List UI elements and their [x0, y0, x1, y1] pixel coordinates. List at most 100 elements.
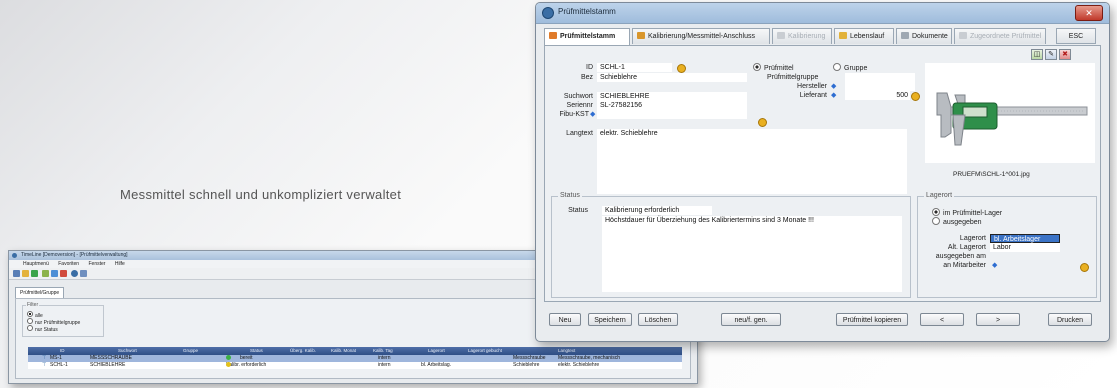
lieferant-arrow-icon[interactable]: ◆ — [831, 92, 836, 100]
tab-zugeordnete-pruefmittel[interactable]: Zugeordnete Prüfmittel — [954, 28, 1046, 44]
radio-selected-icon — [932, 208, 940, 216]
status-group: Status Status Kalibrierung erforderlich … — [551, 192, 911, 298]
suchwort-field[interactable]: SCHIEBLEHRE — [597, 92, 747, 101]
seriennr-label: Seriennr — [566, 102, 593, 109]
save-button[interactable]: Speichern — [588, 313, 632, 326]
new-icon[interactable] — [13, 270, 20, 277]
radio-im-lager[interactable]: im Prüfmittel-Lager — [932, 208, 1002, 217]
column-header[interactable]: Kalib. Monat — [331, 347, 356, 355]
status-cell: Kalibr. erforderlich — [226, 362, 267, 368]
radio-pruefmittel[interactable]: Prüfmittel — [753, 63, 794, 72]
previous-button[interactable]: < — [920, 313, 964, 326]
lieferant-field[interactable]: 500 — [845, 91, 910, 100]
filter-title: Filter — [26, 302, 40, 308]
status-dot-icon — [226, 355, 231, 360]
check-icon[interactable] — [31, 270, 38, 277]
copy-pruefmittel-button[interactable]: Prüfmittel kopieren — [836, 313, 908, 326]
langtext-label: Langtext — [566, 130, 593, 137]
linked-icon — [959, 32, 967, 39]
pruefmittelgruppe-field[interactable] — [845, 73, 915, 82]
status-label: Status — [568, 207, 588, 214]
column-header[interactable]: Gruppe — [183, 347, 198, 355]
column-header[interactable]: Status — [250, 347, 263, 355]
column-header[interactable]: Lagerort gebucht — [468, 347, 502, 355]
lagerort-group-title: Lagerort — [924, 192, 955, 199]
warning-icon[interactable] — [60, 270, 67, 277]
mitarbeiter-arrow-icon[interactable]: ◆ — [992, 262, 997, 270]
delete-icon[interactable]: ✖ — [1059, 49, 1071, 60]
key-lookup-icon[interactable] — [1080, 263, 1089, 272]
next-button[interactable]: > — [976, 313, 1020, 326]
tagline: Messmittel schnell und unkompliziert ver… — [120, 187, 402, 202]
fibu-arrow-icon[interactable]: ◆ — [590, 111, 595, 119]
langtext-field[interactable]: elektr. Schieblehre — [597, 129, 907, 194]
id-field[interactable]: SCHL-1 — [597, 63, 672, 72]
add-icon[interactable] — [51, 270, 58, 277]
menu-fenster[interactable]: Fenster — [88, 261, 105, 267]
filter-group: Filter alle nur Prüfmittelgruppe nur Sta… — [22, 302, 104, 337]
key-lookup-icon[interactable] — [677, 64, 686, 73]
column-header[interactable]: Suchwort — [118, 347, 137, 355]
row-icon: ⊤ — [42, 362, 47, 368]
image-caption: PRUEFM\SCHL-1^001.jpg — [953, 171, 1030, 178]
lagerort-field[interactable]: bl. Arbeitslager — [990, 234, 1060, 243]
window-titlebar[interactable]: Prüfmittelstamm ✕ — [536, 3, 1109, 24]
print-button[interactable]: Drucken — [1048, 313, 1092, 326]
tab-kalibrierung[interactable]: Kalibrierung — [772, 28, 832, 44]
status-note-field[interactable]: Höchstdauer für Überziehung des Kalibrie… — [602, 216, 902, 292]
alt-lagerort-label: Alt. Lagerort — [947, 244, 986, 251]
ruler-icon — [549, 32, 557, 39]
caliper-image — [936, 92, 1088, 146]
esc-button[interactable]: ESC — [1056, 28, 1096, 44]
pruefmittel-photo — [925, 63, 1095, 163]
status-cell: bereit — [226, 355, 253, 362]
tab-kalibrierung-anschluss[interactable]: Kalibrierung/Messmittel-Anschluss — [632, 28, 770, 44]
bez-field[interactable]: Schieblehre — [597, 73, 747, 82]
close-button[interactable]: ✕ — [1075, 5, 1103, 21]
new-button[interactable]: Neu — [549, 313, 581, 326]
hersteller-arrow-icon[interactable]: ◆ — [831, 83, 836, 91]
window-icon[interactable] — [80, 270, 87, 277]
print-preview-icon[interactable]: ◫ — [1031, 49, 1043, 60]
key-lookup-icon[interactable] — [911, 92, 920, 101]
seriennr-field[interactable]: SL-27582156 — [597, 101, 747, 110]
documents-icon — [901, 32, 909, 39]
history-icon — [839, 32, 847, 39]
key-lookup-icon[interactable] — [758, 118, 767, 127]
edit-icon[interactable]: ✎ — [1045, 49, 1057, 60]
column-header[interactable]: Überg. Kalib. — [290, 347, 316, 355]
folder-icon[interactable] — [22, 270, 29, 277]
window-title: Prüfmittelstamm — [558, 7, 616, 16]
tab-lebenslauf[interactable]: Lebenslauf — [834, 28, 894, 44]
radio-icon — [932, 217, 940, 225]
pruefmittelstamm-window: Prüfmittelstamm ✕ Prüfmittelstamm Kalibr… — [535, 2, 1110, 342]
radio-ausgegeben[interactable]: ausgegeben — [932, 217, 982, 226]
tab-pruefmittelstamm[interactable]: Prüfmittelstamm — [544, 28, 630, 46]
lagerort-group: Lagerort im Prüfmittel-Lager ausgegeben … — [917, 192, 1097, 298]
menu-hauptmenue[interactable]: Hauptmenü — [23, 261, 49, 267]
status-group-title: Status — [558, 192, 582, 199]
bez-label: Bez — [580, 74, 593, 81]
table-row[interactable]: ⊤ SCHL-1 SCHIEBLEHRE Kalibr. erforderlic… — [28, 362, 682, 369]
hersteller-field[interactable] — [845, 82, 915, 91]
tree-icon[interactable] — [42, 270, 49, 277]
column-header[interactable]: Kalib. Tag — [373, 347, 393, 355]
help-icon[interactable] — [71, 270, 78, 277]
status-field[interactable]: Kalibrierung erforderlich — [602, 206, 712, 215]
app-icon — [12, 253, 17, 258]
status-dot-icon — [226, 362, 231, 367]
column-header[interactable]: Langtext — [558, 347, 575, 355]
column-header[interactable]: Lagerort — [428, 347, 445, 355]
table-row[interactable]: ⊤ MS-1 MESSSCHRAUBE bereit intern Messsc… — [28, 355, 682, 362]
tab-dokumente[interactable]: Dokumente — [896, 28, 952, 44]
column-header[interactable]: ID — [60, 347, 65, 355]
new-generate-button[interactable]: neu/f. gen. — [721, 313, 781, 326]
fibu-kst-field[interactable] — [597, 110, 747, 119]
filter-option-status[interactable]: nur Status — [27, 325, 58, 333]
alt-lagerort-field[interactable]: Labor — [990, 243, 1060, 252]
delete-button[interactable]: Löschen — [638, 313, 678, 326]
row-icon: ⊤ — [42, 355, 47, 361]
menu-favoriten[interactable]: Favoriten — [58, 261, 79, 267]
menu-hilfe[interactable]: Hilfe — [115, 261, 125, 267]
radio-gruppe[interactable]: Gruppe — [833, 63, 867, 72]
